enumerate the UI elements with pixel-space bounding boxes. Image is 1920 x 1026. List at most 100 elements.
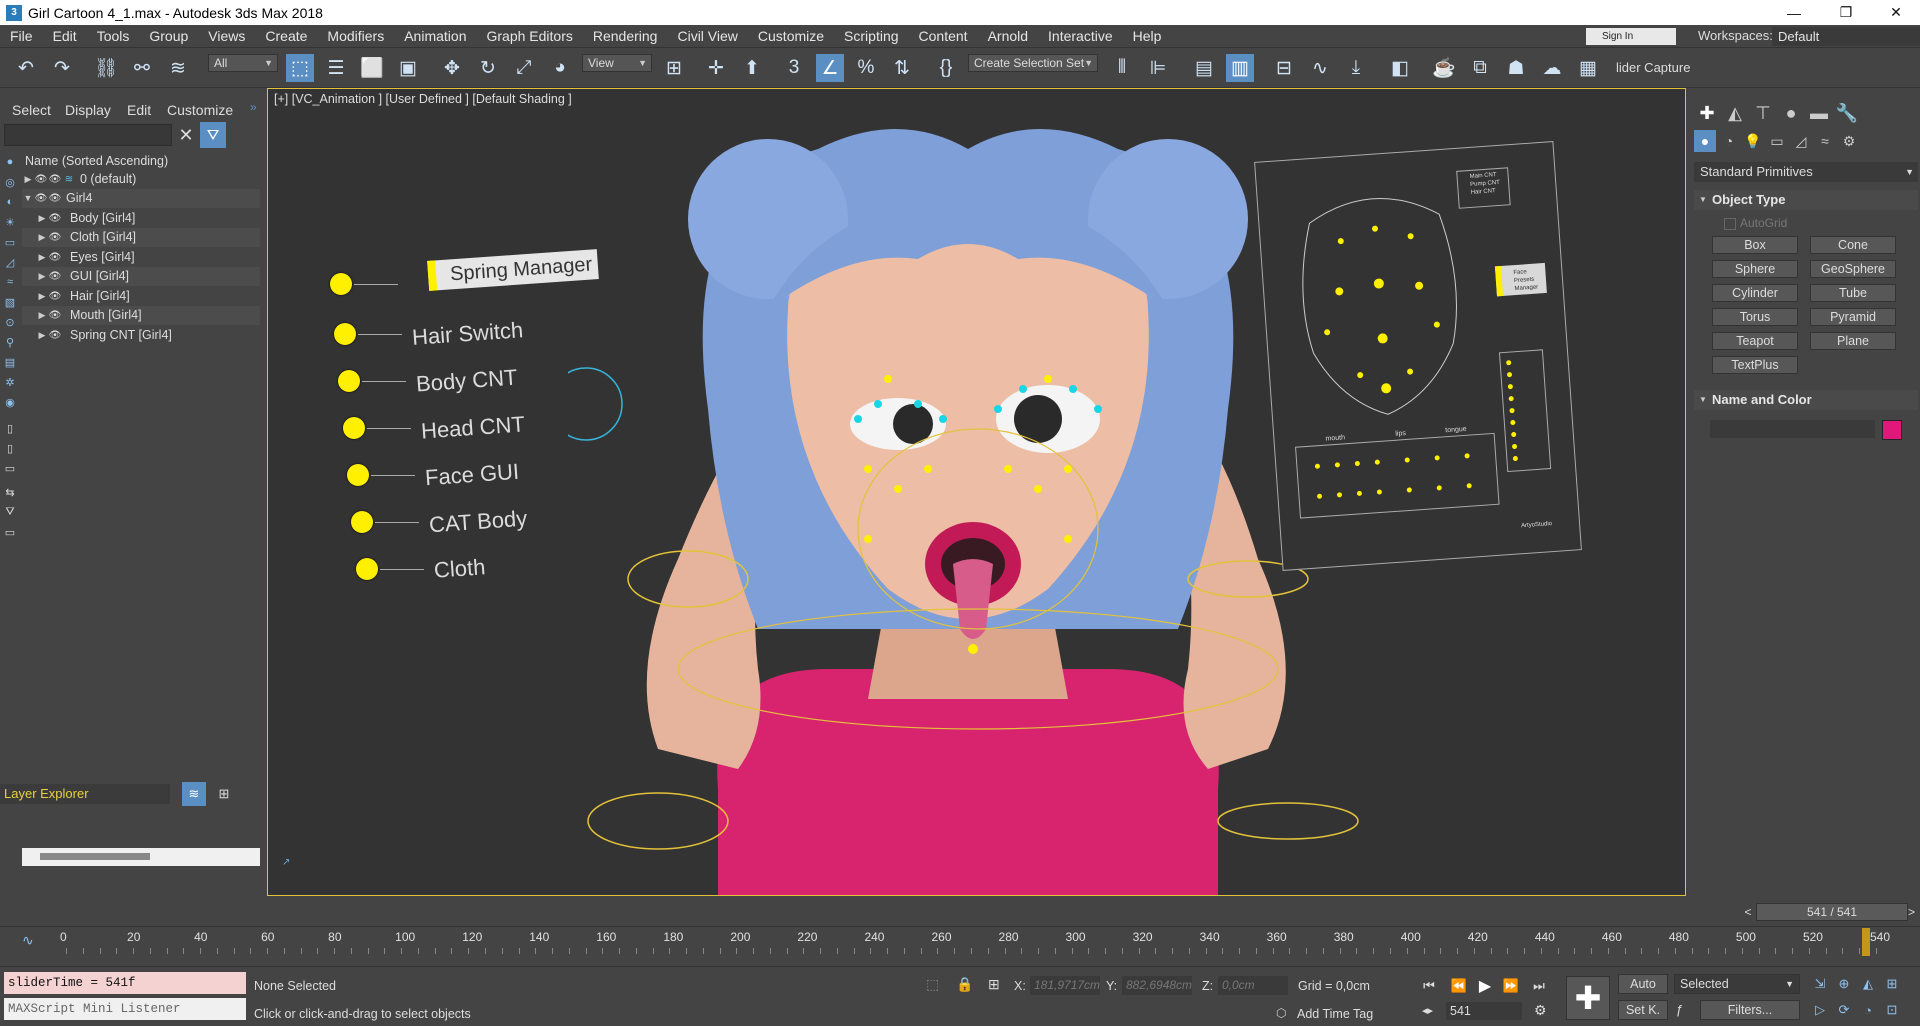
- control-handle[interactable]: [334, 323, 356, 345]
- schematic-view-icon[interactable]: ⤓: [1342, 54, 1370, 82]
- face-gui-outline[interactable]: [1277, 172, 1483, 425]
- render-setup-icon[interactable]: ☕: [1430, 54, 1458, 82]
- object-name-input[interactable]: [1710, 420, 1875, 438]
- placement-icon[interactable]: ◕: [546, 54, 574, 82]
- display-helpers-icon[interactable]: ◿: [2, 254, 18, 270]
- spacewarps-category-icon[interactable]: ≈: [1814, 130, 1836, 152]
- local-folder-icon[interactable]: ▭: [2, 524, 18, 540]
- control-handle[interactable]: [330, 273, 352, 295]
- play-icon[interactable]: ▶: [1474, 976, 1496, 996]
- unlink-icon[interactable]: ⚯: [128, 54, 156, 82]
- cone-button[interactable]: Cone: [1810, 236, 1896, 254]
- control-face-gui[interactable]: Face GUI: [347, 459, 520, 490]
- visibility-eye-icon[interactable]: 👁: [48, 326, 62, 345]
- filter-toggle-icon[interactable]: ⛛: [2, 504, 18, 520]
- set-keys-icon[interactable]: ✚: [1566, 976, 1610, 1020]
- rig-curve[interactable]: [568, 367, 623, 441]
- workspace-select[interactable]: Default: [1772, 27, 1920, 46]
- display-cameras-icon[interactable]: ▭: [2, 234, 18, 250]
- a360-gallery-icon[interactable]: ▦: [1574, 54, 1602, 82]
- tab-select[interactable]: Select: [12, 102, 51, 118]
- lights-category-icon[interactable]: 💡: [1742, 130, 1764, 152]
- object-color-swatch[interactable]: [1882, 420, 1902, 440]
- name-column-header[interactable]: Name (Sorted Ascending): [22, 152, 262, 170]
- named-selection-icon[interactable]: {}: [932, 54, 960, 82]
- clear-search-icon[interactable]: ✕: [176, 124, 196, 146]
- control-spring-manager[interactable]: [330, 273, 398, 295]
- key-filters-button[interactable]: Filters...: [1700, 1000, 1800, 1020]
- mirror-icon[interactable]: ⫴: [1108, 54, 1136, 82]
- select-by-name-icon[interactable]: ☰: [322, 54, 350, 82]
- mini-curve-editor-icon[interactable]: ∿: [22, 932, 34, 949]
- time-slider-next-icon[interactable]: >: [1908, 903, 1920, 921]
- redo-icon[interactable]: ↷: [48, 54, 76, 82]
- cylinder-button[interactable]: Cylinder: [1712, 284, 1798, 302]
- expand-icon[interactable]: ▶: [36, 306, 48, 325]
- face-presets-manager-button[interactable]: Face Presets Manager: [1494, 262, 1547, 297]
- tab-display[interactable]: Display: [65, 102, 111, 118]
- time-tag-icon[interactable]: ⬡: [1276, 1006, 1286, 1020]
- display-hidden-icon[interactable]: ◉: [2, 394, 18, 410]
- time-slider-prev-icon[interactable]: <: [1740, 903, 1756, 921]
- display-xrefs-icon[interactable]: ⊙: [2, 314, 18, 330]
- control-cloth[interactable]: Cloth: [356, 554, 486, 583]
- geometry-category-icon[interactable]: ●: [1694, 130, 1716, 152]
- name-and-color-rollout[interactable]: Name and Color: [1694, 390, 1918, 410]
- layer-explorer-toggle-icon[interactable]: ≋: [182, 782, 206, 806]
- helpers-category-icon[interactable]: ◿: [1790, 130, 1812, 152]
- menu-views[interactable]: Views: [198, 25, 255, 48]
- menu-content[interactable]: Content: [909, 25, 978, 48]
- freeze-icon[interactable]: 👁: [48, 189, 62, 208]
- sync-selection-icon[interactable]: ⇆: [2, 484, 18, 500]
- hierarchy-tab-icon[interactable]: ⊤: [1750, 100, 1776, 126]
- selection-filter-dropdown[interactable]: All: [208, 54, 278, 72]
- key-filter-dropdown[interactable]: Selected: [1674, 974, 1800, 994]
- rig-curve[interactable]: [1217, 802, 1359, 840]
- create-tab-icon[interactable]: ✚: [1694, 100, 1720, 126]
- reference-coordinate-dropdown[interactable]: View: [582, 54, 652, 72]
- expand-icon[interactable]: ▶: [36, 326, 48, 345]
- display-frozen-icon[interactable]: ✲: [2, 374, 18, 390]
- display-lights-icon[interactable]: ☀: [2, 214, 18, 230]
- teapot-button[interactable]: Teapot: [1712, 332, 1798, 350]
- torus-button[interactable]: Torus: [1712, 308, 1798, 326]
- menu-help[interactable]: Help: [1123, 25, 1172, 48]
- layer-row[interactable]: ▶ 👁 Hair [Girl4]: [22, 287, 260, 306]
- maxscript-output[interactable]: sliderTime = 541f: [4, 972, 246, 994]
- scrollbar-thumb[interactable]: [40, 853, 150, 860]
- tab-edit[interactable]: Edit: [127, 102, 151, 118]
- sphere-button[interactable]: Sphere: [1712, 260, 1798, 278]
- scene-explorer-options-icon[interactable]: ⊞: [212, 782, 236, 806]
- layer-row[interactable]: ▶ 👁 GUI [Girl4]: [22, 267, 260, 286]
- display-shapes-icon[interactable]: ◐: [2, 194, 18, 210]
- maxscript-input[interactable]: MAXScript Mini Listener: [4, 998, 246, 1020]
- bind-space-warp-icon[interactable]: ≋: [164, 54, 192, 82]
- menu-civil-view[interactable]: Civil View: [667, 25, 747, 48]
- window-crossing-icon[interactable]: ▣: [394, 54, 422, 82]
- object-type-rollout[interactable]: Object Type: [1694, 190, 1918, 210]
- go-to-start-icon[interactable]: ⏮: [1418, 976, 1440, 996]
- zoom-icon[interactable]: ⊕: [1834, 974, 1854, 994]
- autogrid-checkbox[interactable]: AutoGrid: [1724, 216, 1787, 230]
- previous-frame-icon[interactable]: ⏪: [1448, 976, 1470, 996]
- visibility-eye-icon[interactable]: 👁: [48, 267, 62, 286]
- close-button[interactable]: ✕: [1870, 0, 1920, 25]
- visibility-eye-icon[interactable]: 👁: [48, 287, 62, 306]
- control-handle[interactable]: [343, 417, 365, 439]
- percent-snap-icon[interactable]: %: [852, 54, 880, 82]
- visibility-eye-icon[interactable]: 👁: [34, 189, 48, 208]
- layer-row[interactable]: ▶ 👁 Spring CNT [Girl4]: [22, 326, 260, 345]
- auto-key-button[interactable]: Auto: [1618, 974, 1668, 994]
- menu-animation[interactable]: Animation: [394, 25, 476, 48]
- control-cat-body[interactable]: CAT Body: [351, 506, 528, 537]
- display-all-icon[interactable]: ●: [2, 154, 18, 170]
- menu-arnold[interactable]: Arnold: [978, 25, 1038, 48]
- object-category-dropdown[interactable]: Standard Primitives: [1694, 162, 1918, 182]
- layer-row[interactable]: ▶ 👁 Eyes [Girl4]: [22, 248, 260, 267]
- rect-selection-icon[interactable]: ⬜: [358, 54, 386, 82]
- menu-file[interactable]: File: [0, 25, 43, 48]
- expand-icon[interactable]: ▶: [36, 287, 48, 306]
- material-editor-icon[interactable]: ◧: [1386, 54, 1414, 82]
- next-frame-icon[interactable]: ⏩: [1500, 976, 1522, 996]
- display-geometry-icon[interactable]: ◎: [2, 174, 18, 190]
